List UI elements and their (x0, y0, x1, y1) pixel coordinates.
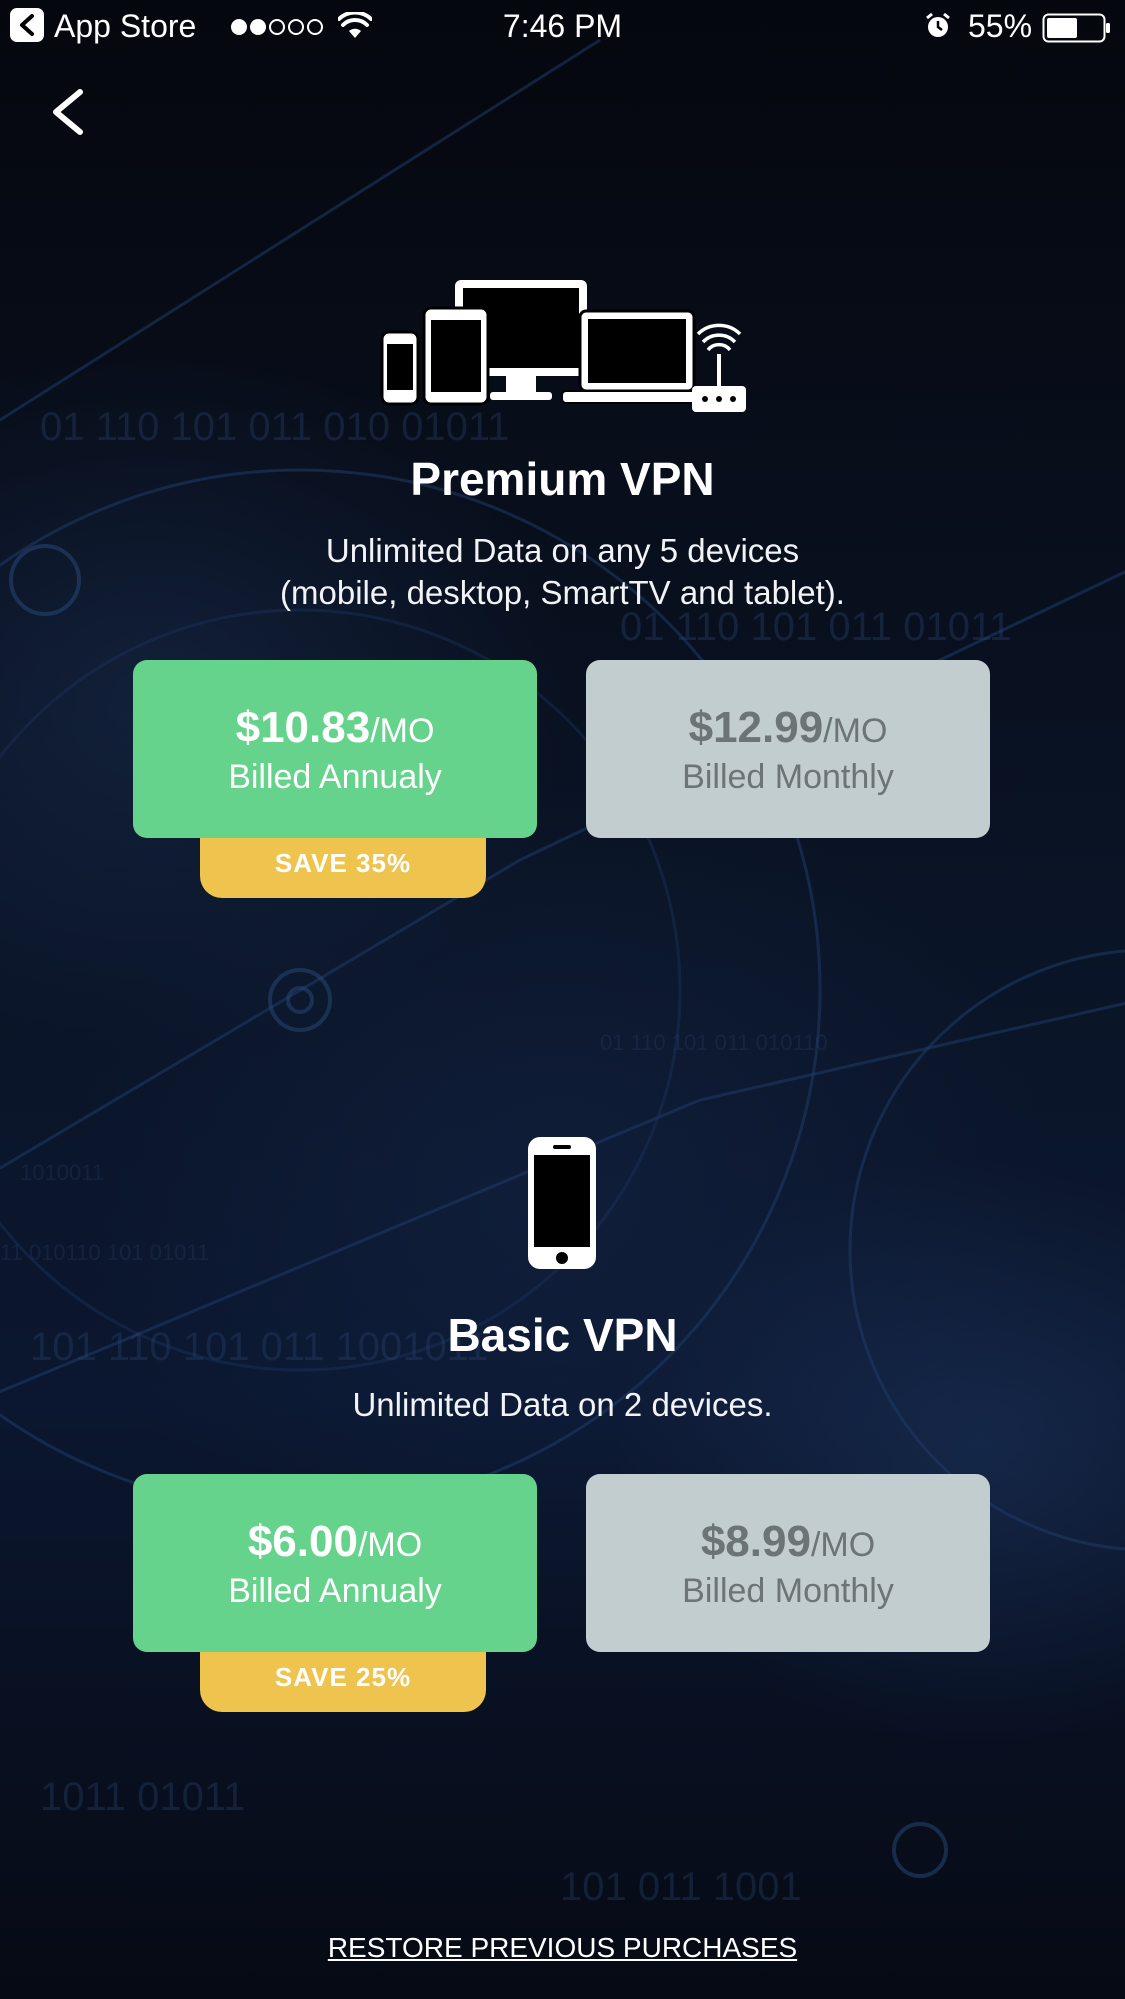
billing-period: Billed Annualy (228, 1572, 442, 1610)
svg-text:101 011 1001: 101 011 1001 (560, 1865, 802, 1909)
price-amount: $10.83 (235, 703, 371, 752)
basic-plan-description: Unlimited Data on 2 devices. (352, 1386, 773, 1423)
premium-annual-button[interactable]: $10.83/MO Billed Annualy (133, 660, 537, 838)
svg-text:1011 01011: 1011 01011 (40, 1775, 245, 1819)
price-unit: /MO (810, 1526, 876, 1564)
status-time: 7:46 PM (502, 8, 623, 44)
premium-monthly-button[interactable]: $12.99/MO Billed Monthly (586, 660, 990, 838)
premium-plan-description-2: (mobile, desktop, SmartTV and tablet). (280, 574, 845, 611)
price-unit: /MO (370, 712, 435, 750)
price-amount: $8.99 (700, 1517, 811, 1566)
basic-annual-price: $6.00/MO (133, 1520, 537, 1567)
status-bar: App Store 7:46 PM 55% (0, 0, 1125, 56)
price-amount: $6.00 (247, 1517, 358, 1566)
basic-monthly-price: $8.99/MO (586, 1520, 990, 1567)
battery-percent: 55% (968, 8, 1033, 44)
alarm-icon (926, 12, 950, 37)
smartphone-icon (528, 1137, 596, 1269)
billing-period: Billed Monthly (682, 1572, 894, 1610)
svg-text:11 010110 101 01011: 11 010110 101 01011 (0, 1240, 209, 1265)
billing-period: Billed Monthly (682, 758, 894, 796)
chevron-left-icon (53, 89, 83, 135)
multi-device-icon (380, 280, 746, 412)
svg-text:1010011: 1010011 (20, 1160, 104, 1185)
price-amount: $12.99 (688, 703, 824, 752)
basic-plan-title: Basic VPN (447, 1309, 678, 1361)
premium-plan-description-1: Unlimited Data on any 5 devices (325, 532, 800, 569)
price-unit: /MO (357, 1526, 423, 1564)
price-unit: /MO (823, 712, 888, 750)
back-button[interactable] (46, 86, 96, 146)
basic-monthly-button[interactable]: $8.99/MO Billed Monthly (586, 1474, 990, 1652)
battery-icon (1042, 13, 1110, 43)
restore-purchases-container: RESTORE PREVIOUS PURCHASES (0, 1932, 1125, 1964)
premium-monthly-price: $12.99/MO (586, 706, 990, 753)
premium-plan-title: Premium VPN (410, 453, 715, 505)
basic-annual-button[interactable]: $6.00/MO Billed Annualy (133, 1474, 537, 1652)
svg-text:01 110 101 011 010110: 01 110 101 011 010110 (600, 1030, 828, 1055)
premium-annual-price: $10.83/MO (133, 706, 537, 753)
restore-purchases-link[interactable]: RESTORE PREVIOUS PURCHASES (328, 1932, 797, 1963)
billing-period: Billed Annualy (228, 758, 442, 796)
